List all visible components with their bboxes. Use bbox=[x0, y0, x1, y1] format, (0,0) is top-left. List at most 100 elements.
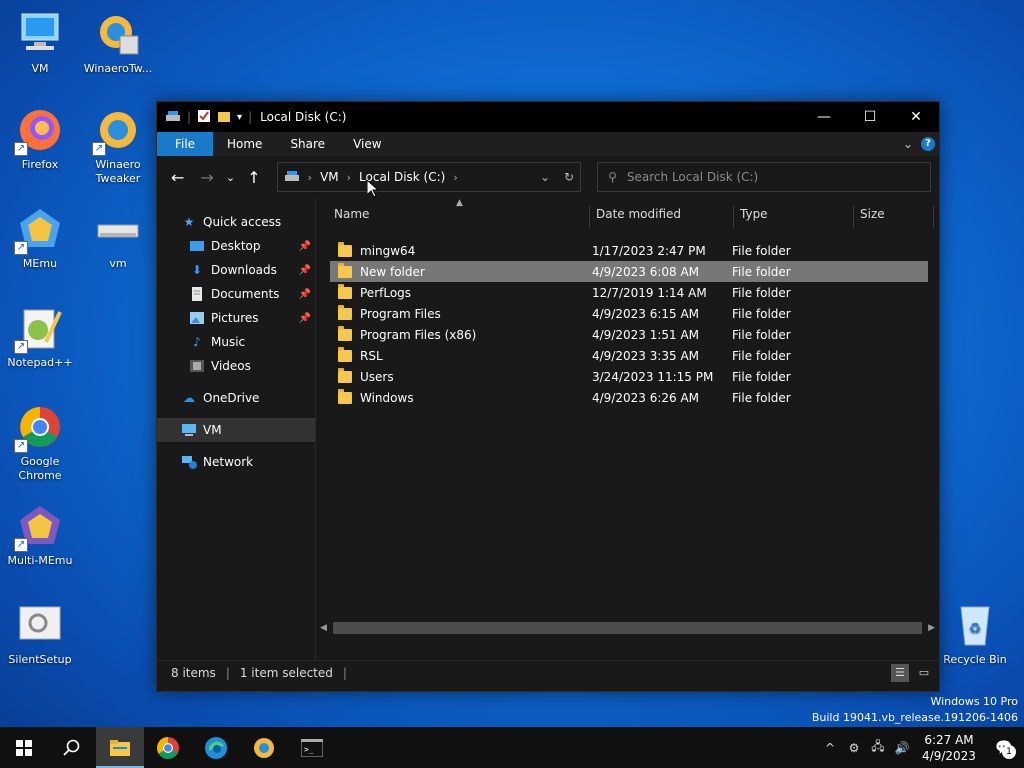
title-bar[interactable]: | ▾ | Local Disk (C:) — ☐ ✕ bbox=[157, 102, 939, 132]
desktop-icon-label: Winaero Tweaker bbox=[95, 158, 141, 185]
taskbar-edge[interactable] bbox=[192, 727, 240, 768]
taskbar-command-prompt[interactable]: >_ bbox=[288, 727, 336, 768]
maximize-button[interactable]: ☐ bbox=[847, 102, 893, 132]
forward-button[interactable]: → bbox=[194, 164, 219, 190]
quick-access-toolbar: | ▾ | bbox=[165, 109, 252, 126]
nav-music[interactable]: ♪ Music bbox=[157, 330, 315, 354]
desktop-icon-label: Notepad++ bbox=[7, 356, 73, 369]
tab-share[interactable]: Share bbox=[276, 132, 339, 156]
scroll-left-icon[interactable]: ◀ bbox=[320, 623, 327, 633]
large-icons-view-icon[interactable]: ▭ bbox=[915, 664, 933, 682]
file-row[interactable]: RSL 4/9/2023 3:35 AM File folder bbox=[330, 345, 928, 366]
desktop-icon-label: Firefox bbox=[21, 158, 59, 171]
nav-documents[interactable]: Documents 📌 bbox=[157, 282, 315, 306]
desktop-icon-notepadpp[interactable]: ↗ Notepad++ bbox=[0, 304, 80, 370]
desktop-icon-label: Google Chrome bbox=[18, 455, 62, 482]
desktop-icon-silentsetup[interactable]: SilentSetup bbox=[0, 601, 80, 667]
download-arrow-icon: ⬇ bbox=[191, 263, 203, 277]
desktop-icon-label: VM bbox=[31, 62, 49, 75]
start-button[interactable] bbox=[0, 727, 48, 768]
desktop-icon-vm[interactable]: VM bbox=[0, 10, 80, 76]
nav-onedrive[interactable]: ☁ OneDrive bbox=[157, 386, 315, 410]
refresh-icon[interactable]: ↻ bbox=[564, 170, 574, 184]
column-type[interactable]: Type bbox=[734, 206, 854, 228]
desktop-icon-firefox[interactable]: ↗ Firefox bbox=[0, 106, 80, 172]
up-button[interactable]: ↑ bbox=[241, 164, 266, 190]
customize-dropdown-icon[interactable]: ▾ bbox=[237, 112, 242, 123]
desktop-icon-multi-memu[interactable]: ↗ Multi-MEmu bbox=[0, 502, 80, 568]
nav-network[interactable]: Network bbox=[157, 450, 315, 474]
winaero-tweaker-icon: ↗ bbox=[92, 106, 142, 156]
drive-icon bbox=[94, 205, 142, 253]
drive-icon bbox=[165, 110, 181, 125]
desktop-icon-winaerotweaker-file[interactable]: WinaeroTw... bbox=[78, 10, 158, 76]
horizontal-scrollbar[interactable]: ◀ ▶ bbox=[316, 620, 939, 636]
close-button[interactable]: ✕ bbox=[893, 102, 939, 132]
desktop-icon-label: Multi-MEmu bbox=[7, 554, 73, 567]
network-tray-icon[interactable]: 🖧 bbox=[866, 737, 890, 758]
search-button[interactable] bbox=[48, 727, 96, 768]
computer-icon bbox=[16, 10, 64, 58]
nav-pictures[interactable]: Pictures 📌 bbox=[157, 306, 315, 330]
search-icon bbox=[63, 739, 80, 756]
back-button[interactable]: ← bbox=[165, 164, 190, 190]
breadcrumb-separator-icon[interactable]: › bbox=[308, 171, 312, 184]
tab-home[interactable]: Home bbox=[213, 132, 276, 156]
volume-icon[interactable]: 🔊 bbox=[890, 741, 914, 755]
recent-locations-button[interactable]: ⌄ bbox=[224, 164, 238, 190]
file-row-selected[interactable]: New folder 4/9/2023 6:08 AM File folder bbox=[330, 261, 928, 282]
nav-downloads[interactable]: ⬇ Downloads 📌 bbox=[157, 258, 315, 282]
desktop-icon-memu[interactable]: ↗ MEmu bbox=[0, 205, 80, 271]
scroll-right-icon[interactable]: ▶ bbox=[928, 623, 935, 633]
breadcrumb-vm[interactable]: VM bbox=[320, 170, 339, 184]
breadcrumb-separator-icon[interactable]: › bbox=[347, 171, 351, 184]
details-view-icon[interactable]: ☰ bbox=[891, 663, 909, 682]
help-icon[interactable]: ? bbox=[921, 137, 935, 151]
desktop-icon-chrome[interactable]: ↗ Google Chrome bbox=[0, 403, 80, 483]
search-box[interactable]: ⚲ bbox=[597, 162, 931, 192]
breadcrumb-separator-icon[interactable]: › bbox=[453, 171, 457, 184]
file-row[interactable]: PerfLogs 12/7/2019 1:14 AM File folder bbox=[330, 282, 928, 303]
search-input[interactable] bbox=[626, 170, 907, 184]
navigation-pane: ★ Quick access Desktop 📌 ⬇ Downloads 📌 D… bbox=[157, 198, 315, 660]
taskbar: >_ ^ ⚙ 🖧 🔊 6:27 AM 4/9/2023 💬 1 bbox=[0, 727, 1024, 768]
desktop-icon-recycle-bin[interactable]: ♻ Recycle Bin bbox=[935, 601, 1015, 667]
taskbar-file-explorer[interactable] bbox=[96, 727, 144, 768]
nav-quick-access[interactable]: ★ Quick access bbox=[157, 210, 315, 234]
windows-watermark: Windows 10 Pro Build 19041.vb_release.19… bbox=[812, 694, 1018, 726]
column-date-modified[interactable]: Date modified bbox=[590, 206, 734, 228]
expand-ribbon-icon[interactable]: ⌄ bbox=[903, 137, 913, 151]
address-bar[interactable]: › VM › Local Disk (C:) › ⌄ ↻ bbox=[276, 162, 582, 192]
taskbar-chrome[interactable] bbox=[144, 727, 192, 768]
nav-desktop[interactable]: Desktop 📌 bbox=[157, 234, 315, 258]
tab-file[interactable]: File bbox=[157, 132, 213, 156]
properties-icon[interactable] bbox=[197, 109, 211, 126]
file-row[interactable]: Windows 4/9/2023 6:26 AM File folder bbox=[330, 387, 928, 408]
winaero-tray-icon[interactable]: ⚙ bbox=[842, 741, 866, 755]
taskbar-winaero[interactable] bbox=[240, 727, 288, 768]
scrollbar-thumb[interactable] bbox=[332, 622, 923, 634]
column-size[interactable]: Size bbox=[854, 206, 934, 228]
clock[interactable]: 6:27 AM 4/9/2023 bbox=[914, 732, 984, 764]
address-dropdown-icon[interactable]: ⌄ bbox=[540, 170, 550, 184]
new-folder-icon[interactable] bbox=[217, 109, 231, 126]
file-row[interactable]: mingw64 1/17/2023 2:47 PM File folder bbox=[330, 240, 928, 261]
show-hidden-icons-chevron-icon[interactable]: ^ bbox=[818, 741, 842, 755]
notepadpp-icon: ↗ bbox=[14, 304, 64, 354]
tab-view[interactable]: View bbox=[339, 132, 395, 156]
column-name[interactable]: Name bbox=[332, 206, 590, 228]
item-count: 8 items bbox=[171, 665, 216, 680]
file-list: mingw64 1/17/2023 2:47 PM File folder Ne… bbox=[316, 228, 939, 408]
folder-icon bbox=[338, 388, 352, 404]
folder-icon bbox=[338, 367, 352, 383]
nav-videos[interactable]: Videos bbox=[157, 354, 315, 378]
shortcut-arrow-icon: ↗ bbox=[92, 142, 106, 156]
file-row[interactable]: Program Files (x86) 4/9/2023 1:51 AM Fil… bbox=[330, 324, 928, 345]
nav-vm[interactable]: VM bbox=[157, 418, 315, 442]
file-row[interactable]: Users 3/24/2023 11:15 PM File folder bbox=[330, 366, 928, 387]
desktop-icon-winaero-tweaker[interactable]: ↗ Winaero Tweaker bbox=[78, 106, 158, 186]
file-row[interactable]: Program Files 4/9/2023 6:15 AM File fold… bbox=[330, 303, 928, 324]
desktop-icon-vm-drive[interactable]: vm bbox=[78, 205, 158, 271]
minimize-button[interactable]: — bbox=[801, 102, 847, 132]
action-center-button[interactable]: 💬 1 bbox=[984, 727, 1024, 768]
